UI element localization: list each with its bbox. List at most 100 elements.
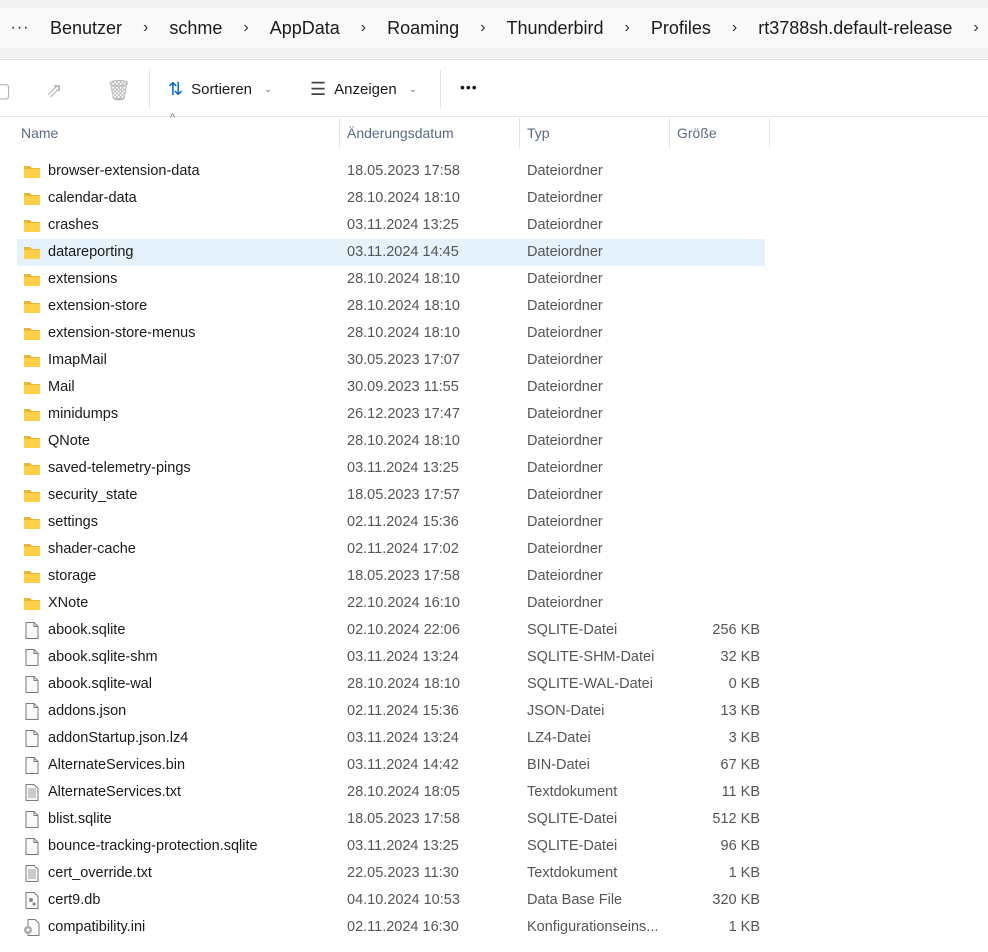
file-type: Dateiordner bbox=[527, 298, 603, 314]
chevron-down-icon: ⌄ bbox=[263, 84, 273, 95]
file-name: bounce-tracking-protection.sqlite bbox=[48, 838, 258, 854]
file-name: crashes bbox=[48, 217, 99, 233]
file-type: Dateiordner bbox=[527, 352, 603, 368]
file-row[interactable]: cert_override.txt 22.05.2023 11:30 Textd… bbox=[17, 860, 765, 887]
file-row[interactable]: bounce-tracking-protection.sqlite 03.11.… bbox=[17, 833, 765, 860]
more-options-button[interactable]: ••• bbox=[460, 79, 478, 95]
file-row[interactable]: storage 18.05.2023 17:58 Dateiordner bbox=[17, 563, 765, 590]
file-row[interactable]: shader-cache 02.11.2024 17:02 Dateiordne… bbox=[17, 536, 765, 563]
file-name: abook.sqlite-shm bbox=[48, 649, 158, 665]
breadcrumb-benutzer[interactable]: Benutzer bbox=[38, 18, 134, 39]
file-name: calendar-data bbox=[48, 190, 137, 206]
file-row[interactable]: extensions 28.10.2024 18:10 Dateiordner bbox=[17, 266, 765, 293]
chevron-right-icon[interactable]: › bbox=[964, 19, 987, 37]
file-date: 22.05.2023 11:30 bbox=[347, 865, 459, 881]
view-button[interactable]: ☰ Anzeigen ⌄ bbox=[310, 79, 417, 100]
file-icon bbox=[23, 703, 41, 720]
sort-icon: ⇅ bbox=[168, 79, 184, 99]
file-date: 18.05.2023 17:57 bbox=[347, 487, 460, 503]
file-row[interactable]: Mail 30.09.2023 11:55 Dateiordner bbox=[17, 374, 765, 401]
file-size: 67 KB bbox=[720, 757, 761, 773]
breadcrumb-overflow-button[interactable]: ··· bbox=[0, 19, 38, 37]
file-date: 02.11.2024 15:36 bbox=[347, 703, 459, 719]
chevron-right-icon[interactable]: › bbox=[471, 19, 494, 37]
file-name: browser-extension-data bbox=[48, 163, 200, 179]
file-name: settings bbox=[48, 514, 98, 530]
chevron-right-icon[interactable]: › bbox=[234, 19, 257, 37]
share-icon[interactable]: ⇗ bbox=[46, 78, 63, 103]
file-row[interactable]: compatibility.ini 02.11.2024 16:30 Konfi… bbox=[17, 914, 765, 941]
column-size[interactable]: Größe bbox=[670, 118, 770, 148]
sort-button[interactable]: ⇅ Sortieren ⌄ bbox=[168, 79, 272, 100]
file-row[interactable]: QNote 28.10.2024 18:10 Dateiordner bbox=[17, 428, 765, 455]
file-row[interactable]: extension-store-menus 28.10.2024 18:10 D… bbox=[17, 320, 765, 347]
copy-icon[interactable]: ▢ bbox=[0, 78, 11, 103]
file-date: 28.10.2024 18:10 bbox=[347, 190, 460, 206]
file-date: 02.10.2024 22:06 bbox=[347, 622, 460, 638]
folder-icon bbox=[23, 244, 41, 261]
file-icon bbox=[23, 811, 41, 828]
file-date: 03.11.2024 13:25 bbox=[347, 460, 459, 476]
file-type: Dateiordner bbox=[527, 190, 603, 206]
file-date: 03.11.2024 14:42 bbox=[347, 757, 459, 773]
file-type: Dateiordner bbox=[527, 595, 603, 611]
file-row[interactable]: saved-telemetry-pings 03.11.2024 13:25 D… bbox=[17, 455, 765, 482]
folder-icon bbox=[23, 433, 41, 450]
file-type: Dateiordner bbox=[527, 217, 603, 233]
file-name: minidumps bbox=[48, 406, 119, 422]
file-row[interactable]: extension-store 28.10.2024 18:10 Dateior… bbox=[17, 293, 765, 320]
column-name[interactable]: Name bbox=[14, 118, 340, 148]
column-type[interactable]: Typ bbox=[520, 118, 670, 148]
file-size: 0 KB bbox=[728, 676, 760, 692]
file-row[interactable]: calendar-data 28.10.2024 18:10 Dateiordn… bbox=[17, 185, 765, 212]
breadcrumb-schme[interactable]: schme bbox=[157, 18, 234, 39]
breadcrumb-roaming[interactable]: Roaming bbox=[375, 18, 471, 39]
file-row[interactable]: cert9.db 04.10.2024 10:53 Data Base File… bbox=[17, 887, 765, 914]
chevron-right-icon[interactable]: › bbox=[134, 19, 157, 37]
file-row[interactable]: security_state 18.05.2023 17:57 Dateiord… bbox=[17, 482, 765, 509]
file-size: 13 KB bbox=[720, 703, 761, 719]
file-name: abook.sqlite-wal bbox=[48, 676, 152, 692]
file-row[interactable]: abook.sqlite-wal 28.10.2024 18:10 SQLITE… bbox=[17, 671, 765, 698]
column-date[interactable]: Änderungsdatum bbox=[340, 118, 520, 148]
file-row[interactable]: settings 02.11.2024 15:36 Dateiordner bbox=[17, 509, 765, 536]
file-row[interactable]: minidumps 26.12.2023 17:47 Dateiordner bbox=[17, 401, 765, 428]
file-type: Dateiordner bbox=[527, 325, 603, 341]
sort-label: Sortieren bbox=[191, 81, 252, 98]
file-date: 28.10.2024 18:10 bbox=[347, 298, 460, 314]
chevron-down-icon: ⌄ bbox=[408, 84, 418, 95]
view-label: Anzeigen bbox=[334, 81, 397, 98]
file-icon bbox=[23, 784, 41, 801]
file-type: LZ4-Datei bbox=[527, 730, 591, 746]
chevron-right-icon[interactable]: › bbox=[352, 19, 375, 37]
folder-icon bbox=[23, 406, 41, 423]
file-row[interactable]: ImapMail 30.05.2023 17:07 Dateiordner bbox=[17, 347, 765, 374]
file-name: QNote bbox=[48, 433, 90, 449]
file-row[interactable]: XNote 22.10.2024 16:10 Dateiordner bbox=[17, 590, 765, 617]
file-date: 28.10.2024 18:10 bbox=[347, 433, 460, 449]
file-row[interactable]: abook.sqlite 02.10.2024 22:06 SQLITE-Dat… bbox=[17, 617, 765, 644]
breadcrumb-appdata[interactable]: AppData bbox=[258, 18, 352, 39]
delete-icon[interactable]: 🗑 bbox=[106, 78, 131, 103]
file-row[interactable]: browser-extension-data 18.05.2023 17:58 … bbox=[17, 158, 765, 185]
file-row[interactable]: AlternateServices.txt 28.10.2024 18:05 T… bbox=[17, 779, 765, 806]
chevron-right-icon[interactable]: › bbox=[723, 19, 746, 37]
file-row[interactable]: addonStartup.json.lz4 03.11.2024 13:24 L… bbox=[17, 725, 765, 752]
file-date: 02.11.2024 17:02 bbox=[347, 541, 459, 557]
file-row[interactable]: blist.sqlite 18.05.2023 17:58 SQLITE-Dat… bbox=[17, 806, 765, 833]
file-type: Dateiordner bbox=[527, 163, 603, 179]
file-row[interactable]: addons.json 02.11.2024 15:36 JSON-Datei … bbox=[17, 698, 765, 725]
file-row[interactable]: abook.sqlite-shm 03.11.2024 13:24 SQLITE… bbox=[17, 644, 765, 671]
file-row[interactable]: crashes 03.11.2024 13:25 Dateiordner bbox=[17, 212, 765, 239]
file-type: Dateiordner bbox=[527, 460, 603, 476]
file-row[interactable]: datareporting 03.11.2024 14:45 Dateiordn… bbox=[17, 239, 765, 266]
file-date: 18.05.2023 17:58 bbox=[347, 568, 460, 584]
breadcrumb-thunderbird[interactable]: Thunderbird bbox=[494, 18, 615, 39]
file-icon bbox=[23, 838, 41, 855]
file-type: SQLITE-Datei bbox=[527, 838, 618, 854]
chevron-right-icon[interactable]: › bbox=[616, 19, 639, 37]
breadcrumb-profiles[interactable]: Profiles bbox=[639, 18, 723, 39]
file-icon bbox=[23, 757, 41, 774]
breadcrumb-profile[interactable]: rt3788sh.default-release bbox=[746, 18, 964, 39]
file-row[interactable]: AlternateServices.bin 03.11.2024 14:42 B… bbox=[17, 752, 765, 779]
